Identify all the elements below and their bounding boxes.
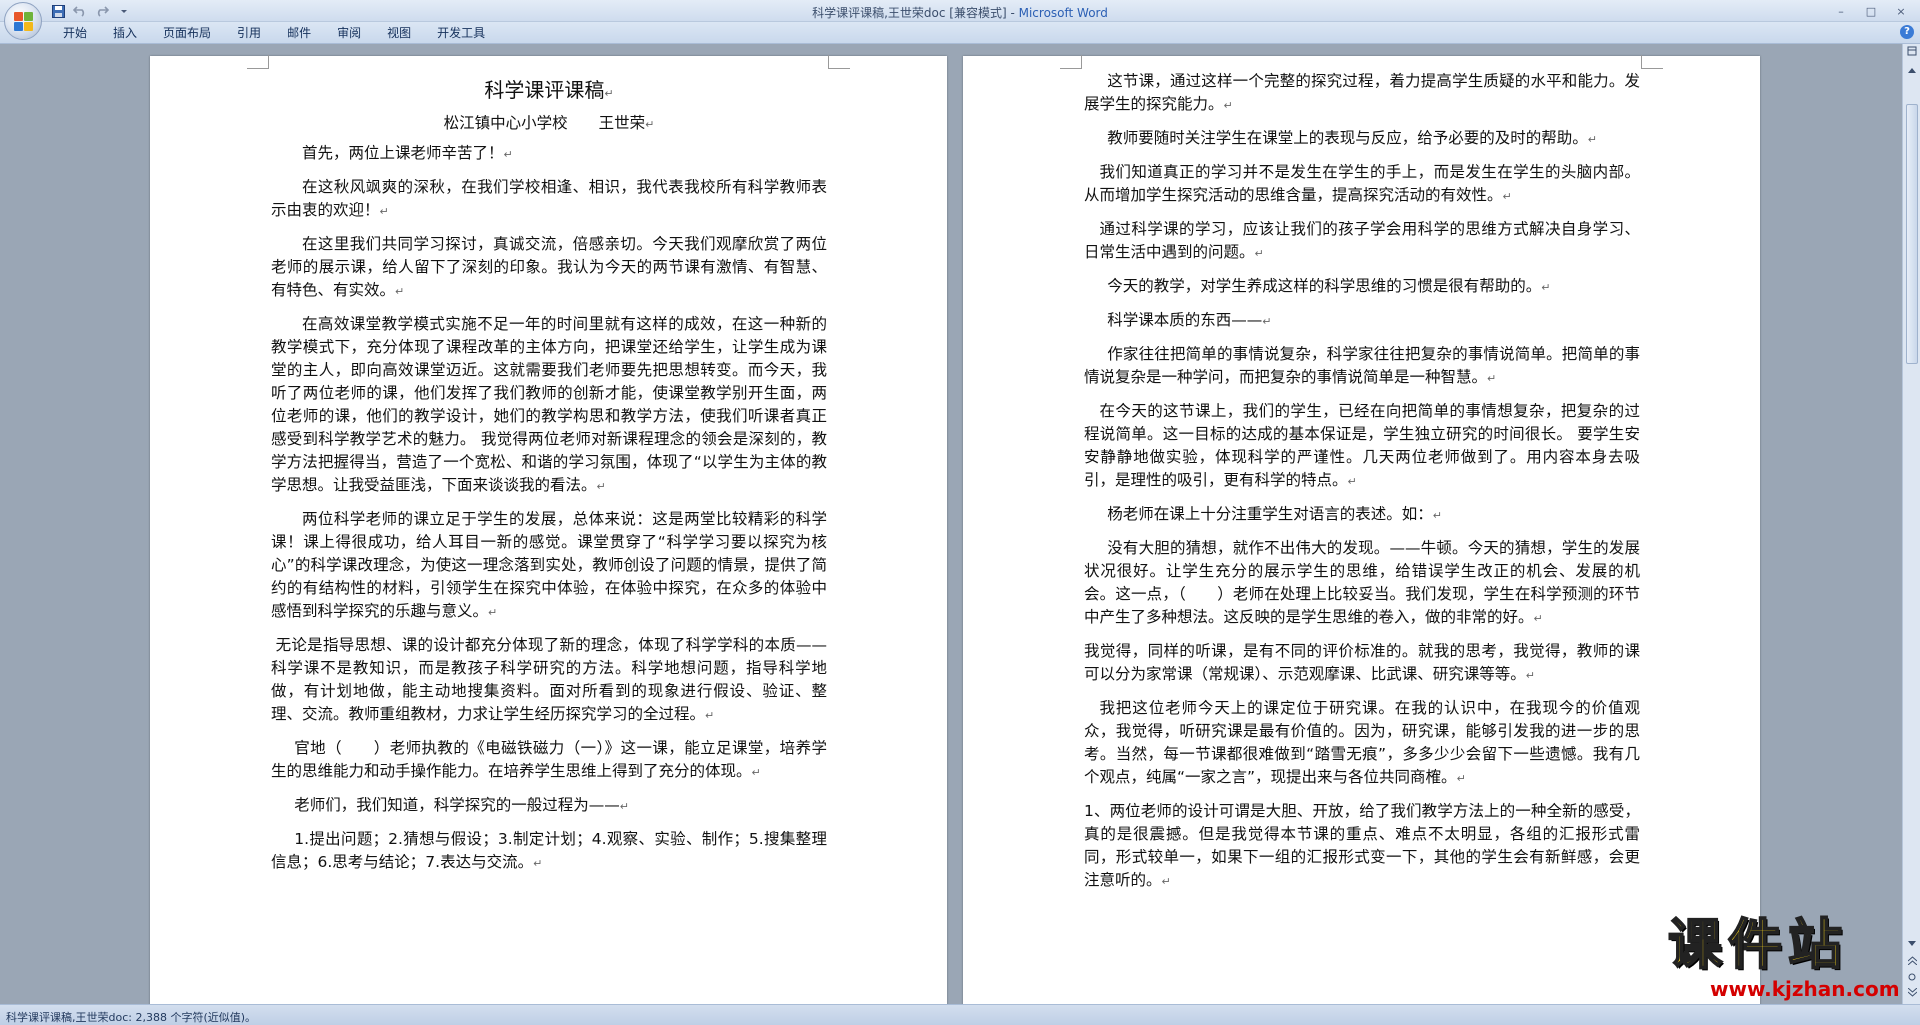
tab-review[interactable]: 审阅 <box>324 25 374 41</box>
tab-insert[interactable]: 插入 <box>100 25 150 41</box>
margin-mark <box>1060 55 1082 69</box>
app-name: Microsoft Word <box>1018 6 1108 20</box>
page-left[interactable]: 科学课评课稿↵ 松江镇中心小学校 王世荣↵ 首先，两位上课老师辛苦了！↵ 在这秋… <box>150 55 947 1004</box>
document-subtitle: 松江镇中心小学校 王世荣↵ <box>443 114 655 132</box>
paragraph: 作家往往把简单的事情说复杂，科学家往往把复杂的事情说简单。把简单的事情说复杂是一… <box>1084 345 1640 386</box>
paragraph: 教师要随时关注学生在课堂上的表现与反应，给予必要的及时的帮助。↵ <box>1107 129 1597 147</box>
page-right-text[interactable]: 这节课，通过这样一个完整的探究过程，着力提高学生质疑的水平和能力。发展学生的探究… <box>1084 70 1640 903</box>
office-logo-icon <box>14 12 34 32</box>
paragraph: 我们知道真正的学习并不是发生在学生的手上，而是发生在学生的头脑内部。从而增加学生… <box>1084 163 1640 204</box>
paragraph: 在高效课堂教学模式实施不足一年的时间里就有这样的成效，在这一种新的教学模式下，充… <box>271 315 827 494</box>
scroll-up-icon[interactable] <box>1905 64 1919 78</box>
status-bar: 科学课评课稿,王世荣doc: 2,388 个字符(近似值)。 <box>0 1004 1920 1025</box>
margin-mark <box>247 55 269 69</box>
paragraph: 1、两位老师的设计可谓是大胆、开放，给了我们教学方法上的一种全新的感受，真的是很… <box>1084 802 1640 889</box>
paragraph: 这节课，通过这样一个完整的探究过程，着力提高学生质疑的水平和能力。发展学生的探究… <box>1084 72 1640 113</box>
watermark-main: 课件站 <box>1667 913 1848 976</box>
window-title: 科学课评课稿,王世荣doc [兼容模式] - Microsoft Word <box>812 6 1108 20</box>
tab-developer[interactable]: 开发工具 <box>424 25 498 41</box>
ruler-toggle-icon[interactable] <box>1905 46 1919 60</box>
page-right[interactable]: 这节课，通过这样一个完整的探究过程，着力提高学生质疑的水平和能力。发展学生的探究… <box>963 55 1760 1004</box>
paragraph: 没有大胆的猜想，就作不出伟大的发现。——牛顿。今天的猜想，学生的发展状况很好。让… <box>1084 539 1640 626</box>
window-controls: – □ × <box>1826 2 1916 20</box>
maximize-button[interactable]: □ <box>1856 2 1886 20</box>
tab-mailings[interactable]: 邮件 <box>274 25 324 41</box>
tab-view[interactable]: 视图 <box>374 25 424 41</box>
watermark-url: www.kjzhan.com <box>1710 977 1900 1001</box>
paragraph: 官地（ ）老师执教的《电磁铁磁力（一）》这一课，能立足课堂，培养学生的思维能力和… <box>271 739 827 780</box>
paragraph: 老师们，我们知道，科学探究的一般过程为——↵ <box>294 796 629 814</box>
vertical-scrollbar[interactable] <box>1902 44 1920 1004</box>
paragraph: 在这秋风飒爽的深秋，在我们学校相逢、相识，我代表我校所有科学教师表示由衷的欢迎！… <box>271 178 827 219</box>
margin-mark <box>828 55 850 69</box>
help-icon[interactable]: ? <box>1900 25 1914 39</box>
paragraph: 1.提出问题；2.猜想与假设；3.制定计划；4.观察、实验、制作；5.搜集整理信… <box>271 830 827 871</box>
document-title: 科学课评课稿↵ <box>484 78 614 102</box>
document-area[interactable]: 科学课评课稿↵ 松江镇中心小学校 王世荣↵ 首先，两位上课老师辛苦了！↵ 在这秋… <box>0 44 1902 1004</box>
scroll-thumb[interactable] <box>1906 104 1918 364</box>
close-button[interactable]: × <box>1886 2 1916 20</box>
paragraph: 通过科学课的学习，应该让我们的孩子学会用科学的思维方式解决自身学习、日常生活中遇… <box>1084 220 1640 261</box>
minimize-button[interactable]: – <box>1826 2 1856 20</box>
margin-mark <box>1641 55 1663 69</box>
paragraph: 科学课本质的东西——↵ <box>1107 311 1272 329</box>
paragraph: 在今天的这节课上，我们的学生，已经在向把简单的事情想复杂，把复杂的过程说简单。这… <box>1084 402 1640 489</box>
title-bar: 科学课评课稿,王世荣doc [兼容模式] - Microsoft Word – … <box>0 0 1920 22</box>
paragraph: 在这里我们共同学习探讨，真诚交流，倍感亲切。今天我们观摩欣赏了两位老师的展示课，… <box>271 235 827 299</box>
watermark-logo: 课件站 www.kjzhan.com <box>1667 913 1918 1005</box>
paragraph: 我把这位老师今天上的课定位于研究课。在我的认识中，在我现今的价值观众，我觉得，听… <box>1084 699 1640 786</box>
ribbon-tabs: 开始 插入 页面布局 引用 邮件 审阅 视图 开发工具 <box>50 25 498 41</box>
paragraph: 杨老师在课上十分注重学生对语言的表述。如：↵ <box>1107 505 1442 523</box>
paragraph: 两位科学老师的课立足于学生的发展，总体来说：这是两堂比较精彩的科学课！课上得很成… <box>271 510 827 620</box>
page-left-text[interactable]: 科学课评课稿↵ 松江镇中心小学校 王世荣↵ 首先，两位上课老师辛苦了！↵ 在这秋… <box>271 76 827 885</box>
ribbon-tab-bar: 开始 插入 页面布局 引用 邮件 审阅 视图 开发工具 ? <box>0 22 1920 44</box>
tab-home[interactable]: 开始 <box>50 25 100 41</box>
tab-references[interactable]: 引用 <box>224 25 274 41</box>
paragraph: 今天的教学，对学生养成这样的科学思维的习惯是很有帮助的。↵ <box>1107 277 1551 295</box>
paragraph: 首先，两位上课老师辛苦了！↵ <box>302 144 513 162</box>
paragraph: 我觉得，同样的听课，是有不同的评价标准的。就我的思考，我觉得，教师的课可以分为家… <box>1084 642 1640 683</box>
word-count-status[interactable]: 科学课评课稿,王世荣doc: 2,388 个字符(近似值)。 <box>6 1009 256 1025</box>
paragraph: 无论是指导思想、课的设计都充分体现了新的理念，体现了科学学科的本质——科学课不是… <box>271 636 827 723</box>
tab-page-layout[interactable]: 页面布局 <box>150 25 224 41</box>
office-button[interactable] <box>4 2 42 40</box>
